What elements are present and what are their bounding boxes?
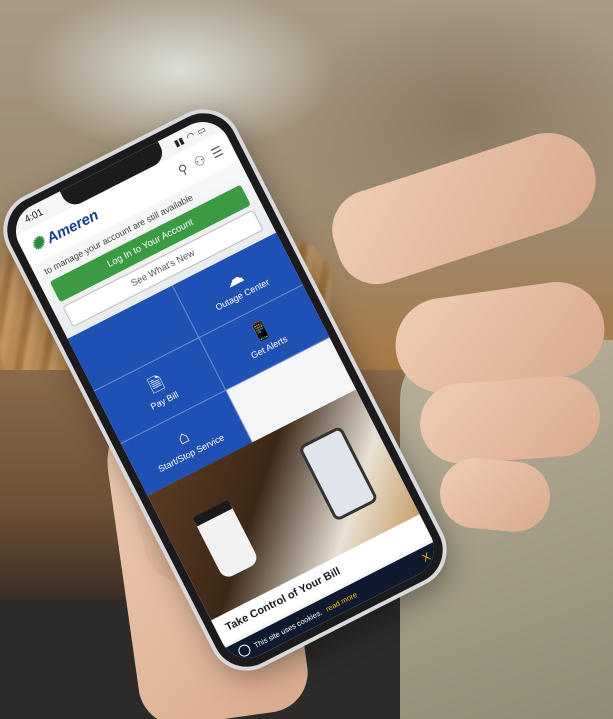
cookie-read-more-link[interactable]: read more — [324, 590, 359, 614]
background-photo: 4:01 ▮▮ ◠ ▭ ✺ Ameren ⚲ ⚇ ☰ to manage you… — [0, 0, 613, 719]
menu-icon[interactable]: ☰ — [209, 143, 227, 163]
search-icon[interactable]: ⚲ — [176, 161, 192, 180]
close-icon[interactable]: X — [420, 551, 432, 565]
bill-icon: 🗎 — [145, 372, 168, 397]
promo-phone — [297, 425, 379, 522]
cloud-icon: ☁ — [221, 265, 247, 292]
house-icon: ⌂ — [173, 425, 193, 449]
wifi-icon: ◠ — [184, 129, 197, 142]
info-icon — [236, 642, 253, 659]
battery-icon: ▭ — [195, 123, 208, 137]
user-icon[interactable]: ⚇ — [191, 152, 209, 172]
right-index-finger — [321, 120, 609, 295]
right-ring-finger — [417, 373, 603, 467]
signal-icon: ▮▮ — [172, 134, 186, 149]
coffee-cup — [192, 499, 260, 581]
